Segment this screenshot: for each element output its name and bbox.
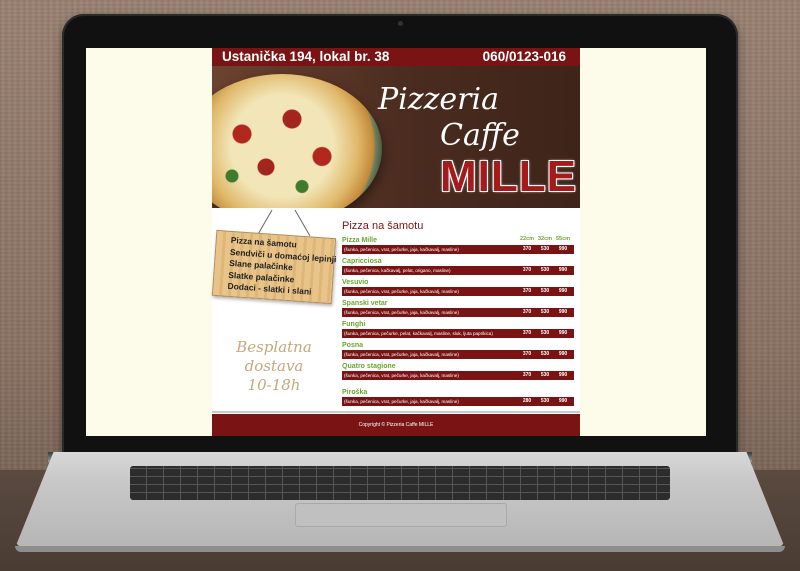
phone-text[interactable]: 060/0123-016	[483, 48, 566, 66]
menu-item-name: Posna	[342, 342, 364, 349]
price: 990	[558, 267, 568, 273]
touchpad	[295, 503, 507, 527]
menu-title: Pizza na šamotu	[342, 220, 424, 232]
top-bar: Ustanička 194, lokal br. 38 060/0123-016	[212, 48, 580, 66]
address-text: Ustanička 194, lokal br. 38	[222, 49, 390, 64]
menu-item-prices: 370 530 990	[518, 245, 572, 254]
menu-item: Vesuvio (šunka, pečenica, vrat, pečurke,…	[342, 278, 574, 296]
menu-item-name: Piroška	[342, 389, 368, 396]
price: 990	[558, 309, 568, 315]
delivery-note: Besplatna dostava 10-18h	[218, 338, 330, 395]
screen-display: Ustanička 194, lokal br. 38 060/0123-016…	[86, 48, 706, 436]
menu-size-header: 22cm 32cm 55cm	[342, 236, 574, 245]
price: 370	[522, 309, 532, 315]
footer: Copyright © Pizzeria Caffe MILLE	[212, 414, 580, 436]
price: 530	[540, 398, 550, 404]
nav-sign: Pizza na šamotu Sendviči u domaćoj lepin…	[211, 229, 337, 305]
price: 370	[522, 372, 532, 378]
menu-item-prices: 280 530 990	[518, 397, 572, 406]
menu-item-desc: (šunka, pečenica, pečurke, pelat, kačkav…	[344, 331, 493, 336]
price: 990	[558, 351, 568, 357]
menu-item: Piroška (šunka, pečenica, vrat, pečurke,…	[342, 388, 574, 406]
menu-item-row: (šunka, pečenica, kačkavalj, pelat, orig…	[342, 266, 574, 275]
menu-item: Spanski vetar (šunka, pečenica, vrat, pe…	[342, 299, 574, 317]
menu-item-prices: 370 530 990	[518, 308, 572, 317]
price: 990	[558, 372, 568, 378]
brand-logo: MILLE	[440, 152, 577, 201]
size-label: 55cm	[555, 236, 571, 242]
menu-item: Quatro stagione (šunka, pečenica, vrat, …	[342, 362, 574, 380]
menu-item-name: Capricciosa	[342, 258, 382, 265]
menu-item: Funghi (šunka, pečenica, pečurke, pelat,…	[342, 320, 574, 338]
menu-item-prices: 370 530 990	[518, 329, 572, 338]
size-label: 32cm	[537, 236, 553, 242]
delivery-hours: 10-18h	[247, 376, 301, 394]
sign-rope-right	[294, 209, 311, 237]
camera-icon	[398, 21, 403, 26]
menu-item-row: (šunka, pečenica, vrat, pečurke, jaja, k…	[342, 371, 574, 380]
menu-item-prices: 370 530 990	[518, 266, 572, 275]
menu-item-desc: (šunka, pečenica, vrat, pečurke, jaja, k…	[344, 352, 459, 357]
menu-item-desc: (šunka, pečenica, vrat, pečurke, jaja, k…	[344, 399, 459, 404]
price: 990	[558, 398, 568, 404]
menu-section: Pizza na šamotu 22cm 32cm 55cm Pizza Mille…	[342, 220, 574, 409]
menu-item-desc: (šunka, pečenica, kačkavalj, pelat, orig…	[344, 268, 451, 273]
price: 530	[540, 288, 550, 294]
hero-banner: Ustanička 194, lokal br. 38 060/0123-016…	[212, 48, 580, 208]
menu-item-name: Vesuvio	[342, 279, 369, 286]
price: 370	[522, 288, 532, 294]
nav-menu: Pizza na šamotu Sendviči u domaćoj lepin…	[213, 231, 337, 300]
menu-item-row: (šunka, pečenica, pečurke, pelat, kačkav…	[342, 329, 574, 338]
menu-item: Capricciosa (šunka, pečenica, kačkavalj,…	[342, 257, 574, 275]
price: 530	[540, 267, 550, 273]
price: 530	[540, 330, 550, 336]
menu-item-desc: (šunka, pečenica, vrat, pečurke, jaja, k…	[344, 247, 459, 252]
menu-item-row: (šunka, pečenica, vrat, pečurke, jaja, k…	[342, 245, 574, 254]
menu-item-desc: (šunka, pečenica, vrat, pečurke, jaja, k…	[344, 289, 459, 294]
menu-item-row: (šunka, pečenica, vrat, pečurke, jaja, k…	[342, 287, 574, 296]
laptop-base-edge	[15, 546, 785, 552]
menu-item-name: Quatro stagione	[342, 363, 396, 370]
footer-divider	[212, 411, 580, 413]
menu-item-row: (šunka, pečenica, vrat, pečurke, jaja, k…	[342, 308, 574, 317]
menu-item-prices: 370 530 990	[518, 350, 572, 359]
delivery-line-1: Besplatna dostava	[236, 338, 312, 375]
price: 990	[558, 330, 568, 336]
brand-line-1: Pizzeria	[378, 82, 499, 117]
price: 370	[522, 330, 532, 336]
price: 370	[522, 246, 532, 252]
menu-item-name: Funghi	[342, 321, 366, 328]
menu-item-prices: 370 530 990	[518, 287, 572, 296]
price: 530	[540, 351, 550, 357]
copyright-text: Copyright © Pizzeria Caffe MILLE	[358, 422, 434, 428]
size-labels: 22cm 32cm 55cm	[518, 236, 572, 242]
price: 990	[558, 246, 568, 252]
price: 530	[540, 246, 550, 252]
menu-item-row: (šunka, pečenica, vrat, pečurke, jaja, k…	[342, 397, 574, 406]
menu-item-name: Spanski vetar	[342, 300, 388, 307]
price: 370	[522, 351, 532, 357]
menu-item-desc: (šunka, pečenica, vrat, pečurke, jaja, k…	[344, 310, 459, 315]
pizza-image	[212, 74, 382, 208]
menu-item-prices: 370 530 990	[518, 371, 572, 380]
price: 370	[522, 267, 532, 273]
price: 280	[522, 398, 532, 404]
website: Ustanička 194, lokal br. 38 060/0123-016…	[211, 48, 580, 436]
price: 990	[558, 288, 568, 294]
menu-item-row: (šunka, pečenica, vrat, pečurke, jaja, k…	[342, 350, 574, 359]
brand-line-2: Caffe	[440, 118, 520, 153]
price: 530	[540, 372, 550, 378]
menu-item-desc: (šunka, pečenica, vrat, pečurke, jaja, k…	[344, 373, 459, 378]
keyboard	[130, 466, 670, 500]
menu-item: Posna (šunka, pečenica, vrat, pečurke, j…	[342, 341, 574, 359]
price: 530	[540, 309, 550, 315]
size-label: 22cm	[519, 236, 535, 242]
